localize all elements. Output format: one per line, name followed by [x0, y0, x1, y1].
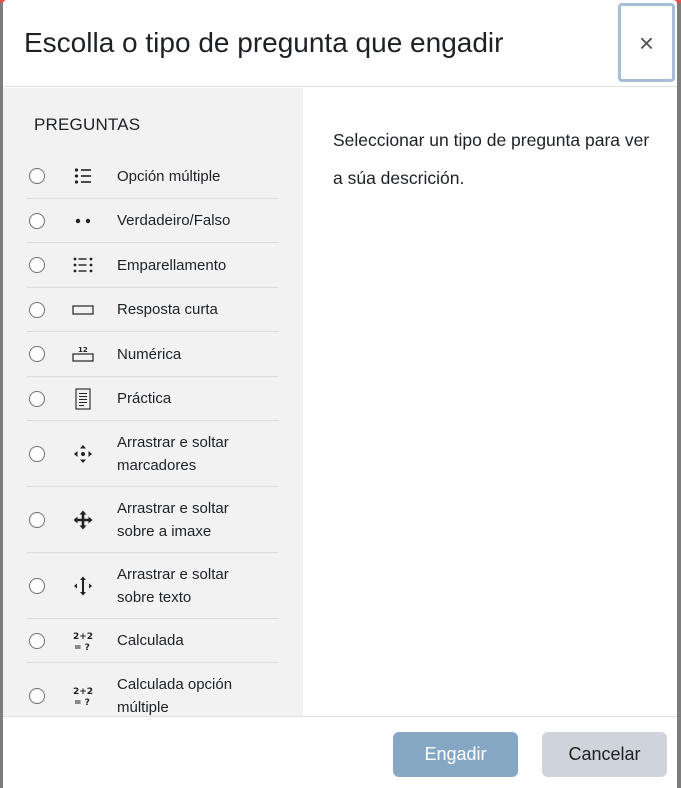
- radio-button[interactable]: [29, 168, 45, 184]
- svg-text:= ?: = ?: [74, 698, 90, 707]
- matching-list-icon: [71, 253, 95, 277]
- question-type-list: Opción múltiple Verdadeiro/Falso Emparella…: [27, 154, 279, 716]
- drag-text-icon: [71, 574, 95, 598]
- svg-text:2+2: 2+2: [73, 632, 93, 642]
- two-dots-icon: [71, 209, 95, 233]
- radio-button[interactable]: [29, 390, 45, 407]
- question-type-option[interactable]: Resposta curta: [27, 288, 279, 332]
- cancel-button[interactable]: Cancelar: [542, 732, 667, 777]
- radio-button[interactable]: [29, 301, 45, 318]
- question-type-label: Arrastrar e soltar sobre texto: [117, 565, 229, 606]
- question-type-label: Calculada opción múltiple: [117, 675, 233, 716]
- question-type-label: Emparellamento: [117, 256, 227, 274]
- svg-text:12: 12: [78, 346, 88, 354]
- drag-markers-icon: [71, 442, 95, 466]
- question-options-panel: PREGUNTAS Opción múltiple Verdadeiro/Fals…: [3, 88, 303, 716]
- radio-button[interactable]: [29, 687, 45, 704]
- question-type-option[interactable]: Verdadeiro/Falso: [27, 199, 279, 243]
- dialog-body: PREGUNTAS Opción múltiple Verdadeiro/Fals…: [3, 88, 677, 716]
- radio-button[interactable]: [29, 212, 45, 229]
- radio-button[interactable]: [29, 445, 45, 462]
- calculated-icon: 2+2 = ?: [71, 629, 95, 653]
- close-icon: ×: [638, 27, 655, 58]
- question-type-option[interactable]: Arrastrar e soltar marcadores: [27, 421, 279, 487]
- question-type-option[interactable]: 2+2 = ? Calculada opción múltiple: [27, 663, 279, 716]
- question-type-option[interactable]: Arrastrar e soltar sobre a imaxe: [27, 487, 279, 553]
- dialog-header: Escolla o tipo de pregunta que engadir ×: [3, 0, 677, 87]
- question-type-option[interactable]: Práctica: [27, 377, 279, 421]
- short-answer-box-icon: [71, 298, 95, 322]
- radio-button[interactable]: [29, 577, 45, 594]
- question-type-label: Numérica: [117, 345, 182, 363]
- document-icon: [71, 387, 95, 411]
- question-type-label: Arrastrar e soltar sobre a imaxe: [117, 499, 229, 540]
- question-type-option[interactable]: 2+2 = ? Calculada: [27, 619, 279, 663]
- section-label: PREGUNTAS: [34, 115, 141, 134]
- question-type-dialog: Escolla o tipo de pregunta que engadir ×…: [3, 0, 677, 788]
- radio-button[interactable]: [29, 346, 45, 362]
- close-button[interactable]: ×: [618, 3, 675, 82]
- dialog-title: Escolla o tipo de pregunta que engadir: [24, 27, 504, 58]
- question-type-label: Resposta curta: [117, 301, 218, 318]
- svg-text:= ?: = ?: [74, 643, 90, 652]
- question-type-label: Calculada: [117, 632, 184, 649]
- radio-button[interactable]: [29, 632, 45, 649]
- dialog-footer: Engadir Cancelar: [3, 716, 677, 788]
- question-type-option[interactable]: 12 Numérica: [27, 332, 279, 377]
- question-type-label: Práctica: [117, 390, 172, 407]
- svg-text:2+2: 2+2: [73, 687, 93, 697]
- question-type-label: Arrastrar e soltar marcadores: [117, 433, 229, 474]
- question-type-label: Verdadeiro/Falso: [117, 212, 231, 229]
- radio-button[interactable]: [29, 257, 45, 273]
- radio-button[interactable]: [29, 511, 45, 528]
- question-type-label: Opción múltiple: [117, 167, 221, 185]
- description-text: Seleccionar un tipo de pregunta para ver…: [333, 130, 650, 188]
- calculated-multichoice-icon: 2+2 = ?: [71, 684, 95, 708]
- question-type-option[interactable]: Arrastrar e soltar sobre texto: [27, 553, 279, 619]
- list-bullets-icon: [71, 164, 95, 188]
- move-arrows-icon: [71, 508, 95, 532]
- description-panel: Seleccionar un tipo de pregunta para ver…: [303, 88, 677, 716]
- question-type-option[interactable]: Emparellamento: [27, 243, 279, 288]
- numeric-input-icon: 12: [71, 342, 95, 366]
- question-type-option[interactable]: Opción múltiple: [27, 154, 279, 199]
- add-button[interactable]: Engadir: [393, 732, 518, 777]
